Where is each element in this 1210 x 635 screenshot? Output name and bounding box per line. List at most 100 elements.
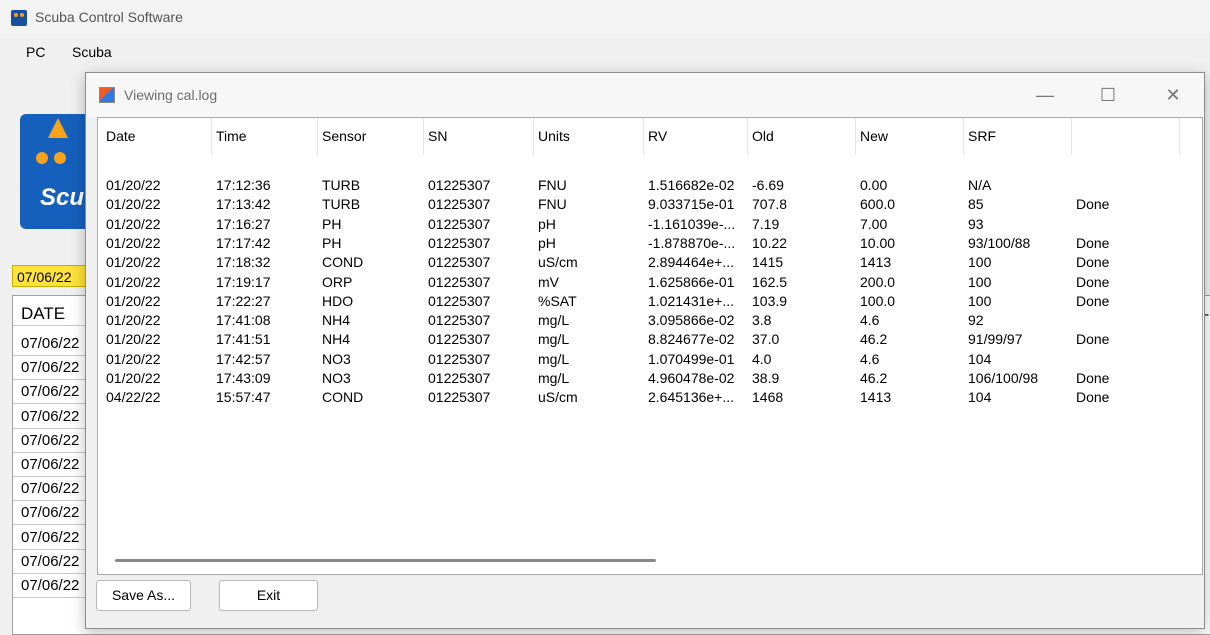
- cell-sensor: PH: [322, 234, 342, 251]
- table-row[interactable]: 01/20/22 17:13:42 TURB 01225307 FNU 9.033715e…: [98, 195, 1198, 214]
- cell-status: Done: [1076, 273, 1110, 290]
- cell-units: %SAT: [538, 292, 577, 309]
- cell-old: 37.0: [752, 331, 780, 348]
- cell-new: 4.6: [860, 350, 880, 367]
- cell-srf: 93: [968, 215, 984, 232]
- cell-srf: N/A: [968, 177, 992, 193]
- cell-units: mV: [538, 273, 559, 290]
- main-titlebar: Scuba Control Software: [0, 0, 1210, 34]
- cell-time: 15:57:47: [216, 389, 271, 406]
- cell-time: 17:12:36: [216, 177, 271, 193]
- cell-sensor: NH4: [322, 312, 351, 329]
- maximize-button[interactable]: ☐: [1096, 83, 1120, 107]
- column-header-row: Date Time Sensor SN Units RV Old New SRF: [98, 118, 1198, 155]
- column-header-sn[interactable]: SN: [424, 118, 534, 155]
- cal-log-listview[interactable]: Date Time Sensor SN Units RV Old New SRF 01/20/2…: [97, 117, 1203, 575]
- cell-status: Done: [1076, 254, 1110, 271]
- cell-units: mg/L: [538, 370, 570, 386]
- table-row[interactable]: 04/22/22 15:57:47 COND 01225307 uS/cm 2.64513…: [98, 388, 1198, 407]
- table-row[interactable]: 01/20/22 17:42:57 NO3 01225307 mg/L 1.070499e…: [98, 350, 1198, 369]
- cell-new: 0.00: [860, 177, 888, 193]
- horizontal-scrollbar[interactable]: [98, 550, 1200, 570]
- dialog-titlebar[interactable]: Viewing cal.log — ☐ ✕: [86, 73, 1204, 118]
- table-row[interactable]: 01/20/22 17:41:51 NH4 01225307 mg/L 8.824677e…: [98, 330, 1198, 349]
- logo-text: Scu: [40, 184, 85, 211]
- window-icon: [99, 87, 115, 103]
- column-header-date[interactable]: Date: [102, 118, 212, 155]
- cell-date: 01/20/22: [106, 370, 161, 386]
- exit-button[interactable]: Exit: [219, 580, 318, 611]
- cell-status: Done: [1076, 292, 1110, 309]
- cell-status: Done: [1076, 389, 1110, 406]
- cell-units: mg/L: [538, 350, 570, 367]
- close-button[interactable]: ✕: [1161, 83, 1185, 107]
- cell-units: FNU: [538, 177, 567, 193]
- table-row[interactable]: 01/20/22 17:17:42 PH 01225307 pH -1.878870e-.…: [98, 234, 1198, 253]
- cell-new: 46.2: [860, 370, 888, 386]
- cell-sn: 01225307: [428, 254, 491, 271]
- logo-triangle: [48, 118, 68, 138]
- cell-time: 17:18:32: [216, 254, 271, 271]
- cell-sensor: PH: [322, 215, 342, 232]
- cell-sn: 01225307: [428, 331, 491, 348]
- cell-sn: 01225307: [428, 196, 491, 213]
- table-row[interactable]: 01/20/22 17:22:27 HDO 01225307 %SAT 1.021431e…: [98, 292, 1198, 311]
- column-header-old[interactable]: Old: [748, 118, 856, 155]
- cell-new: 7.00: [860, 215, 888, 232]
- cell-sn: 01225307: [428, 215, 491, 232]
- app-title: Scuba Control Software: [35, 9, 183, 25]
- date-field[interactable]: 07/06/22: [12, 265, 92, 287]
- cell-date: 04/22/22: [106, 389, 161, 406]
- cell-rv: 9.033715e-01: [648, 196, 735, 213]
- column-header-rv[interactable]: RV: [644, 118, 748, 155]
- cell-rv: 4.960478e-02: [648, 370, 735, 386]
- cell-sensor: TURB: [322, 196, 361, 213]
- cell-srf: 91/99/97: [968, 331, 1023, 348]
- cell-new: 100.0: [860, 292, 896, 309]
- cell-sn: 01225307: [428, 177, 491, 193]
- column-header-new[interactable]: New: [856, 118, 964, 155]
- column-header-status[interactable]: [1072, 118, 1180, 155]
- cell-sensor: TURB: [322, 177, 361, 193]
- table-row[interactable]: 01/20/22 17:12:36 TURB 01225307 FNU 1.516682e…: [98, 176, 1198, 195]
- column-header-units[interactable]: Units: [534, 118, 644, 155]
- table-row[interactable]: 01/20/22 17:41:08 NH4 01225307 mg/L 3.095866e…: [98, 311, 1198, 330]
- table-row[interactable]: 01/20/22 17:16:27 PH 01225307 pH -1.161039e-.…: [98, 215, 1198, 234]
- cell-new: 10.00: [860, 234, 896, 251]
- cell-srf: 92: [968, 312, 984, 329]
- cell-date: 01/20/22: [106, 292, 161, 309]
- menu-scuba[interactable]: Scuba: [72, 44, 112, 60]
- cell-old: 1468: [752, 389, 784, 406]
- cell-new: 1413: [860, 389, 892, 406]
- cell-old: 1415: [752, 254, 784, 271]
- scrollbar-thumb[interactable]: [115, 559, 656, 562]
- cell-sn: 01225307: [428, 292, 491, 309]
- table-row[interactable]: 01/20/22 17:43:09 NO3 01225307 mg/L 4.960478e…: [98, 369, 1198, 388]
- column-header-srf[interactable]: SRF: [964, 118, 1072, 155]
- save-as-button[interactable]: Save As...: [96, 580, 191, 611]
- cell-status: Done: [1076, 331, 1110, 348]
- cell-old: 10.22: [752, 234, 788, 251]
- cell-time: 17:22:27: [216, 292, 271, 309]
- minimize-button[interactable]: —: [1033, 83, 1057, 107]
- menu-pc[interactable]: PC: [26, 44, 45, 60]
- column-header-sensor[interactable]: Sensor: [318, 118, 424, 155]
- cell-date: 01/20/22: [106, 273, 161, 290]
- table-row[interactable]: 01/20/22 17:19:17 ORP 01225307 mV 1.625866e-0…: [98, 273, 1198, 292]
- cell-sensor: COND: [322, 389, 364, 406]
- cell-old: 38.9: [752, 370, 780, 386]
- cell-rv: 1.070499e-01: [648, 350, 735, 367]
- cell-sn: 01225307: [428, 389, 491, 406]
- table-row[interactable]: 01/20/22 17:18:32 COND 01225307 uS/cm 2.89446…: [98, 253, 1198, 272]
- logo-dot: [54, 152, 66, 164]
- cell-status: Done: [1076, 196, 1110, 213]
- cell-rv: -1.161039e-...: [648, 215, 736, 232]
- cell-old: 4.0: [752, 350, 772, 367]
- cell-srf: 100: [968, 254, 992, 271]
- cell-new: 46.2: [860, 331, 888, 348]
- cell-sensor: HDO: [322, 292, 354, 309]
- cell-new: 4.6: [860, 312, 880, 329]
- cell-rv: 1.625866e-01: [648, 273, 735, 290]
- column-header-time[interactable]: Time: [212, 118, 318, 155]
- cell-units: pH: [538, 215, 556, 232]
